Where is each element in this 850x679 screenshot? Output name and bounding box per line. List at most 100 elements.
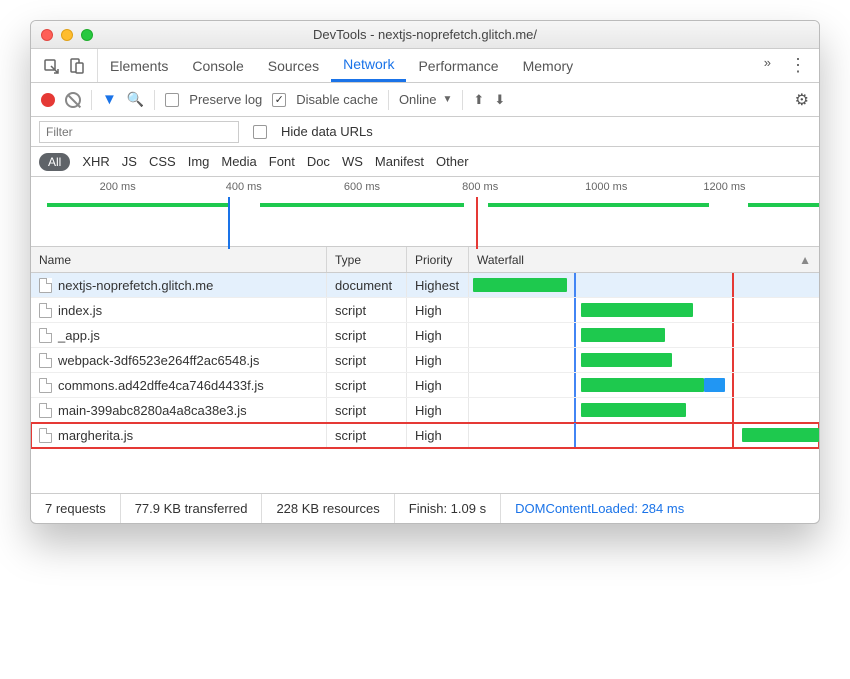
disable-cache-checkbox[interactable] (272, 93, 286, 107)
download-icon[interactable]: ⬇ (494, 92, 505, 108)
request-waterfall (469, 323, 819, 347)
request-priority: High (407, 348, 469, 372)
col-priority[interactable]: Priority (407, 247, 469, 272)
file-icon (39, 303, 52, 318)
filter-img[interactable]: Img (188, 154, 210, 169)
request-type: script (327, 298, 407, 322)
request-name: index.js (58, 303, 102, 318)
request-name: _app.js (58, 328, 100, 343)
col-type[interactable]: Type (327, 247, 407, 272)
request-name: margherita.js (58, 428, 133, 443)
request-type: document (327, 273, 407, 297)
request-priority: High (407, 323, 469, 347)
panel-tabs: ElementsConsoleSourcesNetworkPerformance… (31, 49, 819, 83)
hide-data-urls-checkbox[interactable] (253, 125, 267, 139)
preserve-log-checkbox[interactable] (165, 93, 179, 107)
request-type: script (327, 398, 407, 422)
request-waterfall (469, 348, 819, 372)
tab-performance[interactable]: Performance (406, 49, 510, 82)
filter-css[interactable]: CSS (149, 154, 176, 169)
filter-js[interactable]: JS (122, 154, 137, 169)
timeline[interactable]: 200 ms 400 ms 600 ms 800 ms 1000 ms 1200 ms (31, 177, 819, 247)
tab-console[interactable]: Console (180, 49, 255, 82)
filter-bar: Hide data URLs (31, 117, 819, 147)
status-bar: 7 requests 77.9 KB transferred 228 KB re… (31, 493, 819, 523)
filter-other[interactable]: Other (436, 154, 469, 169)
preserve-log-label: Preserve log (189, 92, 262, 107)
gear-icon[interactable]: ⚙ (795, 90, 809, 110)
type-filter-row: All XHR JS CSS Img Media Font Doc WS Manifest Othe… (31, 147, 819, 177)
file-icon (39, 403, 52, 418)
titlebar: DevTools - nextjs-noprefetch.glitch.me/ (31, 21, 819, 49)
status-resources: 228 KB resources (262, 494, 394, 523)
request-priority: Highest (407, 273, 469, 297)
file-icon (39, 328, 52, 343)
status-finish: Finish: 1.09 s (395, 494, 501, 523)
filter-all[interactable]: All (39, 153, 70, 171)
clear-icon[interactable] (65, 92, 81, 108)
table-header: Name Type Priority Waterfall ▲ (31, 247, 819, 273)
file-icon (39, 428, 52, 443)
record-icon[interactable] (41, 93, 55, 107)
hide-data-urls-label: Hide data URLs (281, 124, 373, 139)
filter-xhr[interactable]: XHR (82, 154, 109, 169)
devtools-window: DevTools - nextjs-noprefetch.glitch.me/ … (30, 20, 820, 524)
tab-elements[interactable]: Elements (98, 49, 180, 82)
request-name: main-399abc8280a4a8ca38e3.js (58, 403, 247, 418)
table-row[interactable]: commons.ad42dffe4ca746d4433f.js scriptHig… (31, 373, 819, 398)
more-tabs-icon[interactable]: » (764, 55, 771, 76)
col-name[interactable]: Name (31, 247, 327, 272)
tick: 200 ms (100, 181, 136, 193)
table-row[interactable]: margherita.jsscriptHigh (31, 423, 819, 448)
disable-cache-label: Disable cache (296, 92, 378, 107)
search-icon[interactable]: 🔍 (127, 91, 144, 108)
inspect-icon[interactable] (43, 58, 59, 74)
table-row[interactable]: _app.jsscriptHigh (31, 323, 819, 348)
status-requests: 7 requests (31, 494, 121, 523)
tick: 1000 ms (585, 181, 627, 193)
filter-icon[interactable]: ▼ (102, 91, 117, 108)
kebab-menu-icon[interactable]: ⋮ (789, 55, 807, 76)
request-type: script (327, 373, 407, 397)
filter-ws[interactable]: WS (342, 154, 363, 169)
tick: 400 ms (226, 181, 262, 193)
throttle-select[interactable]: Online ▼ (399, 92, 452, 107)
tick: 1200 ms (703, 181, 745, 193)
tick: 600 ms (344, 181, 380, 193)
filter-media[interactable]: Media (221, 154, 256, 169)
request-name: webpack-3df6523e264ff2ac6548.js (58, 353, 259, 368)
filter-doc[interactable]: Doc (307, 154, 330, 169)
device-icon[interactable] (69, 58, 85, 74)
request-priority: High (407, 373, 469, 397)
request-priority: High (407, 298, 469, 322)
request-name: commons.ad42dffe4ca746d4433f.js (58, 378, 264, 393)
filter-input[interactable] (39, 121, 239, 143)
tab-memory[interactable]: Memory (511, 49, 586, 82)
request-waterfall (469, 298, 819, 322)
tick: 800 ms (462, 181, 498, 193)
table-row[interactable]: index.js scriptHigh (31, 298, 819, 323)
filter-font[interactable]: Font (269, 154, 295, 169)
status-transferred: 77.9 KB transferred (121, 494, 263, 523)
request-type: script (327, 423, 407, 447)
sort-icon: ▲ (799, 253, 811, 267)
request-waterfall (469, 273, 819, 297)
tab-sources[interactable]: Sources (256, 49, 331, 82)
table-row[interactable]: main-399abc8280a4a8ca38e3.jsscriptHigh (31, 398, 819, 423)
upload-icon[interactable]: ⬆ (473, 92, 484, 108)
table-row[interactable]: webpack-3df6523e264ff2ac6548.js scriptHig… (31, 348, 819, 373)
window-title: DevTools - nextjs-noprefetch.glitch.me/ (31, 27, 819, 42)
request-waterfall (469, 398, 819, 422)
file-icon (39, 378, 52, 393)
chevron-down-icon: ▼ (443, 94, 453, 105)
file-icon (39, 278, 52, 293)
filter-manifest[interactable]: Manifest (375, 154, 424, 169)
status-dcl: DOMContentLoaded: 284 ms (501, 494, 698, 523)
col-waterfall[interactable]: Waterfall ▲ (469, 247, 819, 272)
tab-network[interactable]: Network (331, 49, 406, 82)
request-type: script (327, 348, 407, 372)
request-waterfall (469, 423, 819, 447)
request-name: nextjs-noprefetch.glitch.me (58, 278, 213, 293)
table-row[interactable]: nextjs-noprefetch.glitch.me documentHighe… (31, 273, 819, 298)
file-icon (39, 353, 52, 368)
